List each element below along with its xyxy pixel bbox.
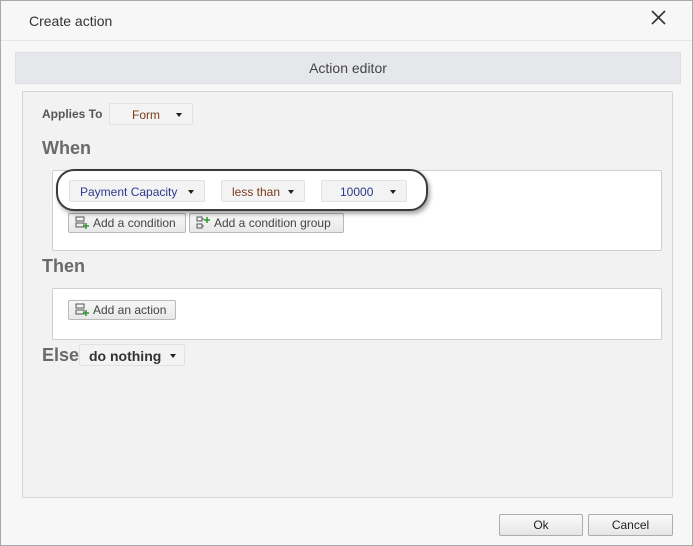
add-condition-label: Add a condition bbox=[93, 216, 176, 230]
condition-operator-dropdown[interactable]: less than bbox=[221, 180, 305, 202]
ok-button[interactable]: Ok bbox=[499, 514, 583, 536]
dialog-title: Create action bbox=[29, 13, 113, 29]
chevron-down-icon bbox=[188, 190, 194, 194]
condition-operator-value: less than bbox=[232, 185, 281, 199]
add-action-icon bbox=[75, 303, 89, 322]
condition-value: 10000 bbox=[340, 185, 374, 199]
add-condition-button[interactable]: Add a condition bbox=[68, 213, 186, 233]
applies-to-dropdown[interactable]: Form bbox=[109, 103, 193, 125]
action-editor-header: Action editor bbox=[15, 52, 681, 84]
close-icon[interactable] bbox=[647, 7, 671, 31]
add-condition-group-label: Add a condition group bbox=[214, 216, 331, 230]
applies-to-label: Applies To bbox=[42, 107, 103, 121]
add-condition-group-icon bbox=[196, 216, 210, 235]
create-action-dialog: Create action Action editor Applies To F… bbox=[0, 0, 693, 546]
action-editor-panel: Applies To Form When Payment Capacity le… bbox=[22, 91, 673, 498]
then-actions-box: Add an action bbox=[52, 288, 662, 340]
chevron-down-icon bbox=[288, 190, 294, 194]
condition-field-dropdown[interactable]: Payment Capacity bbox=[69, 180, 205, 202]
chevron-down-icon bbox=[170, 354, 176, 358]
chevron-down-icon bbox=[390, 190, 396, 194]
add-action-button[interactable]: Add an action bbox=[68, 300, 176, 320]
condition-value-dropdown[interactable]: 10000 bbox=[321, 180, 407, 202]
when-conditions-box: Payment Capacity less than 10000 Add a c… bbox=[52, 170, 662, 251]
add-action-label: Add an action bbox=[93, 303, 167, 317]
chevron-down-icon bbox=[176, 113, 182, 117]
cancel-label: Cancel bbox=[611, 518, 650, 532]
cancel-button[interactable]: Cancel bbox=[588, 514, 673, 536]
else-action-dropdown[interactable]: do nothing bbox=[79, 344, 185, 366]
add-condition-icon bbox=[75, 216, 89, 235]
else-action-value: do nothing bbox=[89, 348, 162, 364]
applies-to-value: Form bbox=[132, 108, 160, 122]
when-title: When bbox=[42, 138, 91, 158]
ok-label: Ok bbox=[533, 518, 549, 532]
add-condition-group-button[interactable]: Add a condition group bbox=[189, 213, 344, 233]
condition-field-value: Payment Capacity bbox=[80, 185, 178, 199]
then-title: Then bbox=[42, 256, 85, 276]
else-title: Else bbox=[42, 345, 80, 365]
title-bar: Create action bbox=[1, 1, 692, 41]
